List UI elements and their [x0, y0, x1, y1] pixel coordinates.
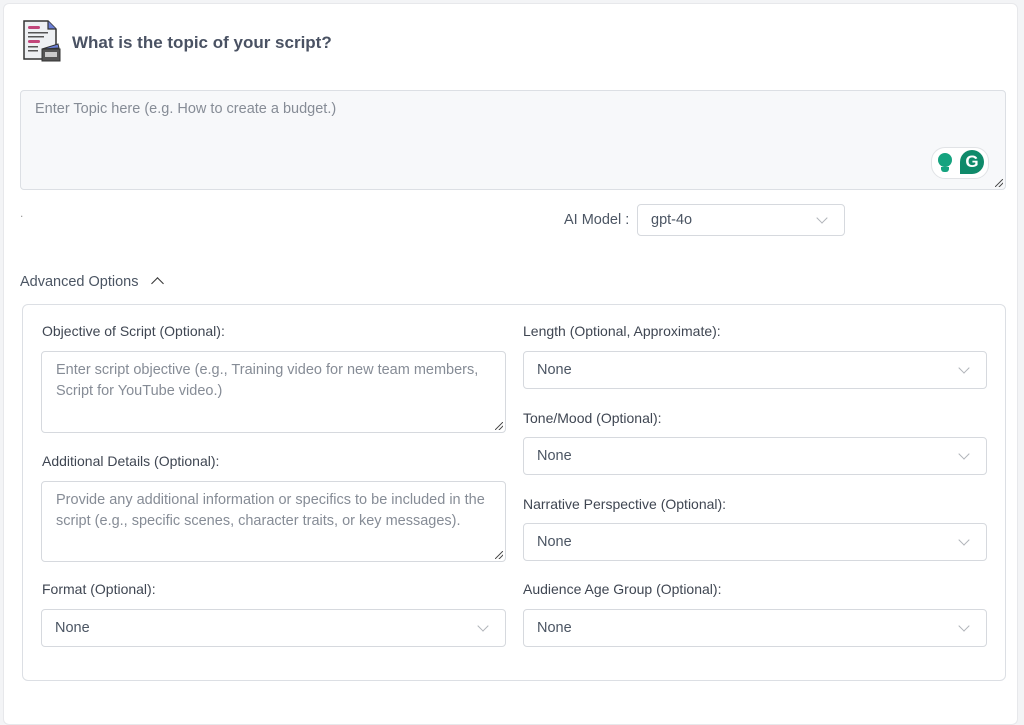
- tone-select[interactable]: None: [523, 437, 987, 475]
- objective-placeholder: Enter script objective (e.g., Training v…: [56, 360, 485, 402]
- topic-placeholder: Enter Topic here (e.g. How to create a b…: [35, 99, 336, 120]
- ai-model-select[interactable]: gpt-4o: [637, 204, 845, 236]
- chevron-down-icon: [816, 212, 827, 223]
- format-select[interactable]: None: [41, 609, 506, 647]
- chevron-up-icon: [151, 277, 164, 290]
- tone-value: None: [537, 448, 572, 464]
- page-title: What is the topic of your script?: [72, 33, 332, 53]
- ai-model-label: AI Model :: [564, 212, 629, 228]
- resize-handle[interactable]: [495, 551, 503, 559]
- chevron-down-icon: [958, 620, 969, 631]
- lightbulb-icon[interactable]: [938, 153, 952, 167]
- ai-model-value: gpt-4o: [651, 212, 692, 228]
- details-textarea[interactable]: Provide any additional information or sp…: [41, 481, 506, 562]
- chevron-down-icon: [958, 534, 969, 545]
- stray-dot: .: [20, 206, 23, 220]
- length-label: Length (Optional, Approximate):: [523, 323, 721, 339]
- details-placeholder: Provide any additional information or sp…: [56, 490, 485, 532]
- grammarly-widget[interactable]: G: [931, 147, 989, 179]
- chevron-down-icon: [958, 362, 969, 373]
- perspective-value: None: [537, 534, 572, 550]
- tone-label: Tone/Mood (Optional):: [523, 410, 662, 426]
- grammarly-icon[interactable]: G: [960, 150, 984, 174]
- advanced-options-toggle[interactable]: Advanced Options: [20, 274, 162, 290]
- format-label: Format (Optional):: [42, 581, 156, 597]
- audience-value: None: [537, 620, 572, 636]
- format-value: None: [55, 620, 90, 636]
- resize-handle[interactable]: [495, 422, 503, 430]
- objective-textarea[interactable]: Enter script objective (e.g., Training v…: [41, 351, 506, 433]
- resize-handle[interactable]: [995, 179, 1003, 187]
- objective-label: Objective of Script (Optional):: [42, 323, 225, 339]
- advanced-options-label: Advanced Options: [20, 274, 139, 290]
- chevron-down-icon: [477, 620, 488, 631]
- length-select[interactable]: None: [523, 351, 987, 389]
- perspective-label: Narrative Perspective (Optional):: [523, 496, 726, 512]
- topic-input[interactable]: Enter Topic here (e.g. How to create a b…: [20, 90, 1006, 190]
- chevron-down-icon: [958, 448, 969, 459]
- length-value: None: [537, 362, 572, 378]
- perspective-select[interactable]: None: [523, 523, 987, 561]
- audience-label: Audience Age Group (Optional):: [523, 581, 721, 597]
- audience-select[interactable]: None: [523, 609, 987, 647]
- details-label: Additional Details (Optional):: [42, 453, 219, 469]
- script-document-icon: [22, 19, 62, 63]
